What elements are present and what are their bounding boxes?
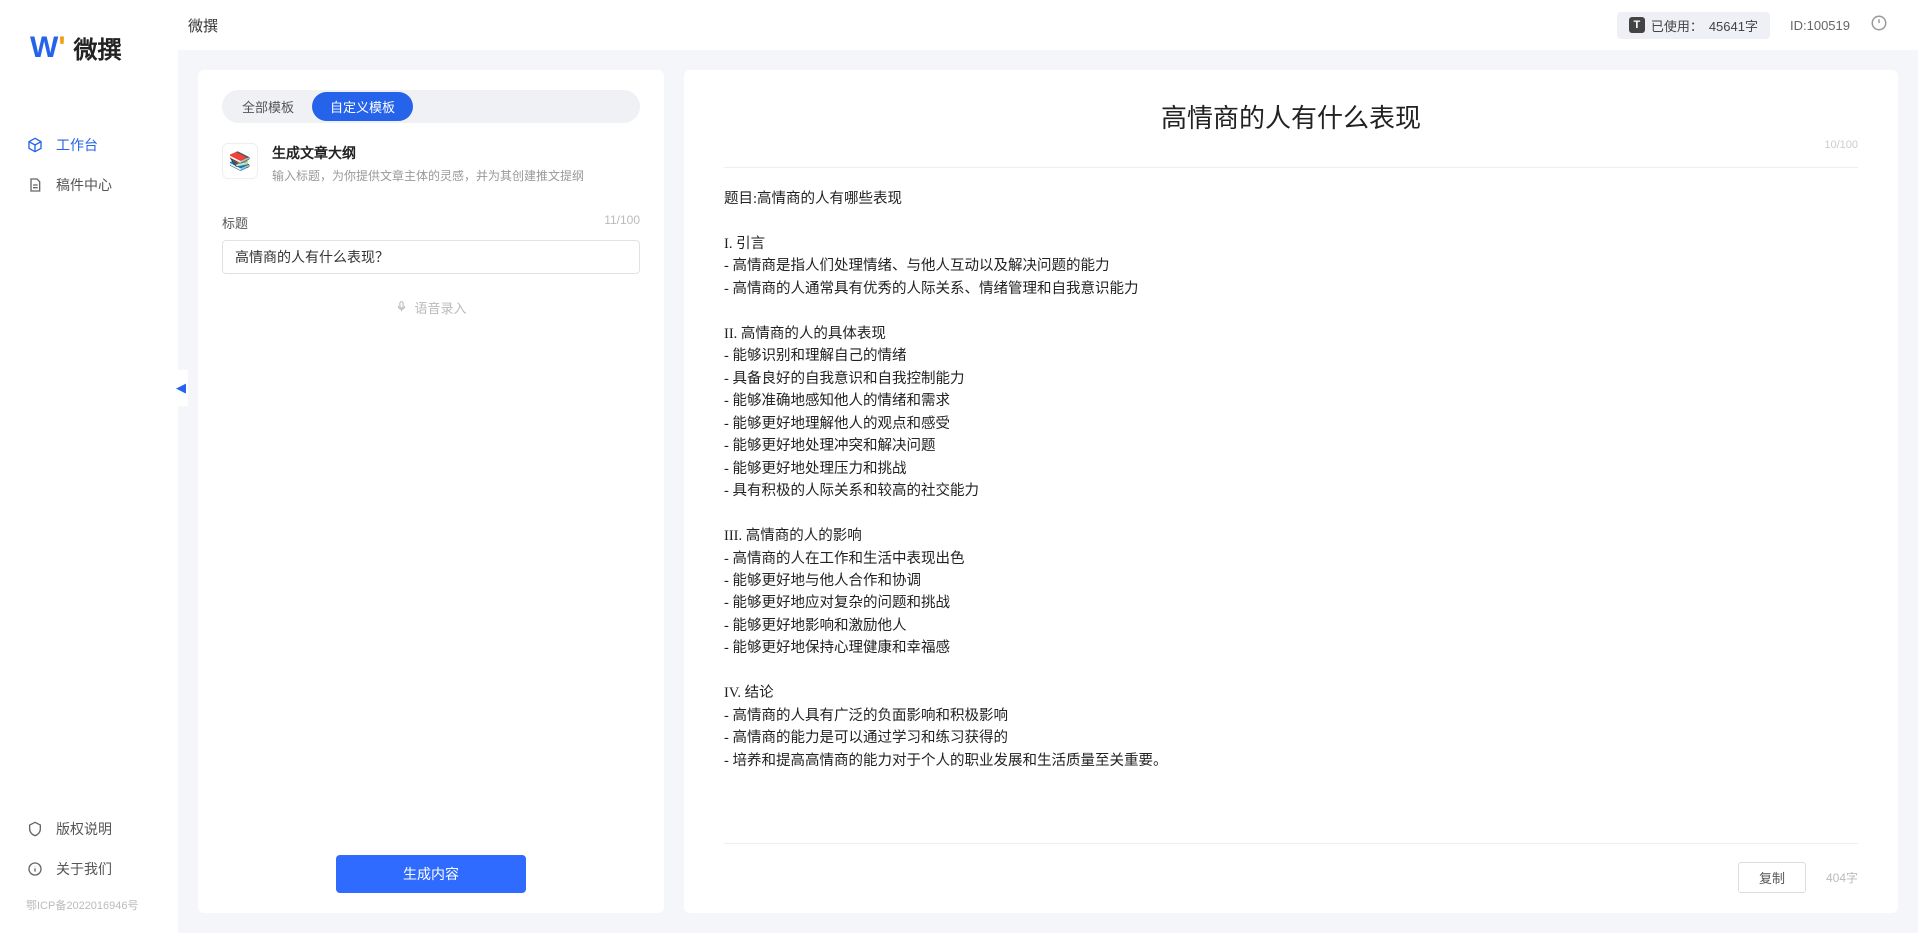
title-input[interactable] (222, 240, 640, 274)
document-icon (26, 176, 44, 194)
sidebar-item-copyright[interactable]: 版权说明 (0, 809, 178, 849)
icp-text: 鄂ICP备2022016946号 (0, 897, 178, 913)
brand-logo[interactable]: W' 微撰 (0, 30, 178, 65)
books-icon: 📚 (222, 143, 258, 179)
power-button[interactable] (1870, 14, 1888, 37)
usage-pill[interactable]: T 已使用： 45641字 (1617, 12, 1770, 39)
output-panel: 高情商的人有什么表现 10/100 题目:高情商的人有哪些表现 I. 引言 - … (684, 70, 1898, 913)
chevron-left-icon: ◀ (176, 380, 186, 396)
document-body[interactable]: 题目:高情商的人有哪些表现 I. 引言 - 高情商是指人们处理情绪、与他人互动以… (724, 188, 1858, 772)
logo-mark-icon: W' (30, 31, 65, 65)
sidebar-item-label: 版权说明 (56, 819, 112, 839)
sidebar-item-label: 工作台 (56, 135, 98, 155)
field-char-count: 11/100 (604, 213, 640, 232)
collapse-sidebar-button[interactable]: ◀ (174, 370, 188, 406)
sidebar-item-workbench[interactable]: 工作台 (0, 125, 178, 165)
template-tabs: 全部模板 自定义模板 (222, 90, 640, 123)
generate-button[interactable]: 生成内容 (336, 855, 526, 893)
microphone-icon (395, 300, 408, 316)
brand-name: 微撰 (73, 30, 121, 65)
copy-button[interactable]: 复制 (1738, 862, 1806, 893)
sidebar-item-label: 关于我们 (56, 859, 112, 879)
text-badge-icon: T (1629, 17, 1645, 33)
voice-input-button[interactable]: 语音录入 (222, 298, 640, 317)
template-description: 输入标题，为你提供文章主体的灵感，并为其创建推文提纲 (272, 167, 584, 185)
breadcrumb: 微撰 (188, 15, 1597, 36)
user-id: ID:100519 (1790, 18, 1850, 33)
title-char-count: 10/100 (1824, 139, 1858, 151)
input-panel: 全部模板 自定义模板 📚 生成文章大纲 输入标题，为你提供文章主体的灵感，并为其… (198, 70, 664, 913)
sidebar-item-label: 稿件中心 (56, 175, 112, 195)
cube-icon (26, 136, 44, 154)
voice-input-label: 语音录入 (414, 298, 466, 317)
usage-value: 45641字 (1709, 16, 1758, 35)
document-title[interactable]: 高情商的人有什么表现 (724, 98, 1858, 135)
tab-all-templates[interactable]: 全部模板 (224, 92, 312, 121)
template-card[interactable]: 📚 生成文章大纲 输入标题，为你提供文章主体的灵感，并为其创建推文提纲 (222, 143, 640, 185)
usage-prefix: 已使用： (1651, 16, 1703, 35)
tab-custom-templates[interactable]: 自定义模板 (312, 92, 413, 121)
topbar: 微撰 T 已使用： 45641字 ID:100519 (178, 0, 1918, 50)
field-label-title: 标题 (222, 213, 248, 232)
template-title: 生成文章大纲 (272, 143, 584, 163)
shield-icon (26, 820, 44, 838)
sidebar-item-about[interactable]: 关于我们 (0, 849, 178, 889)
word-count: 404字 (1826, 869, 1858, 886)
sidebar: W' 微撰 工作台 稿件中心 版权说明 (0, 0, 178, 933)
info-icon (26, 860, 44, 878)
power-icon (1870, 14, 1888, 32)
sidebar-item-drafts[interactable]: 稿件中心 (0, 165, 178, 205)
